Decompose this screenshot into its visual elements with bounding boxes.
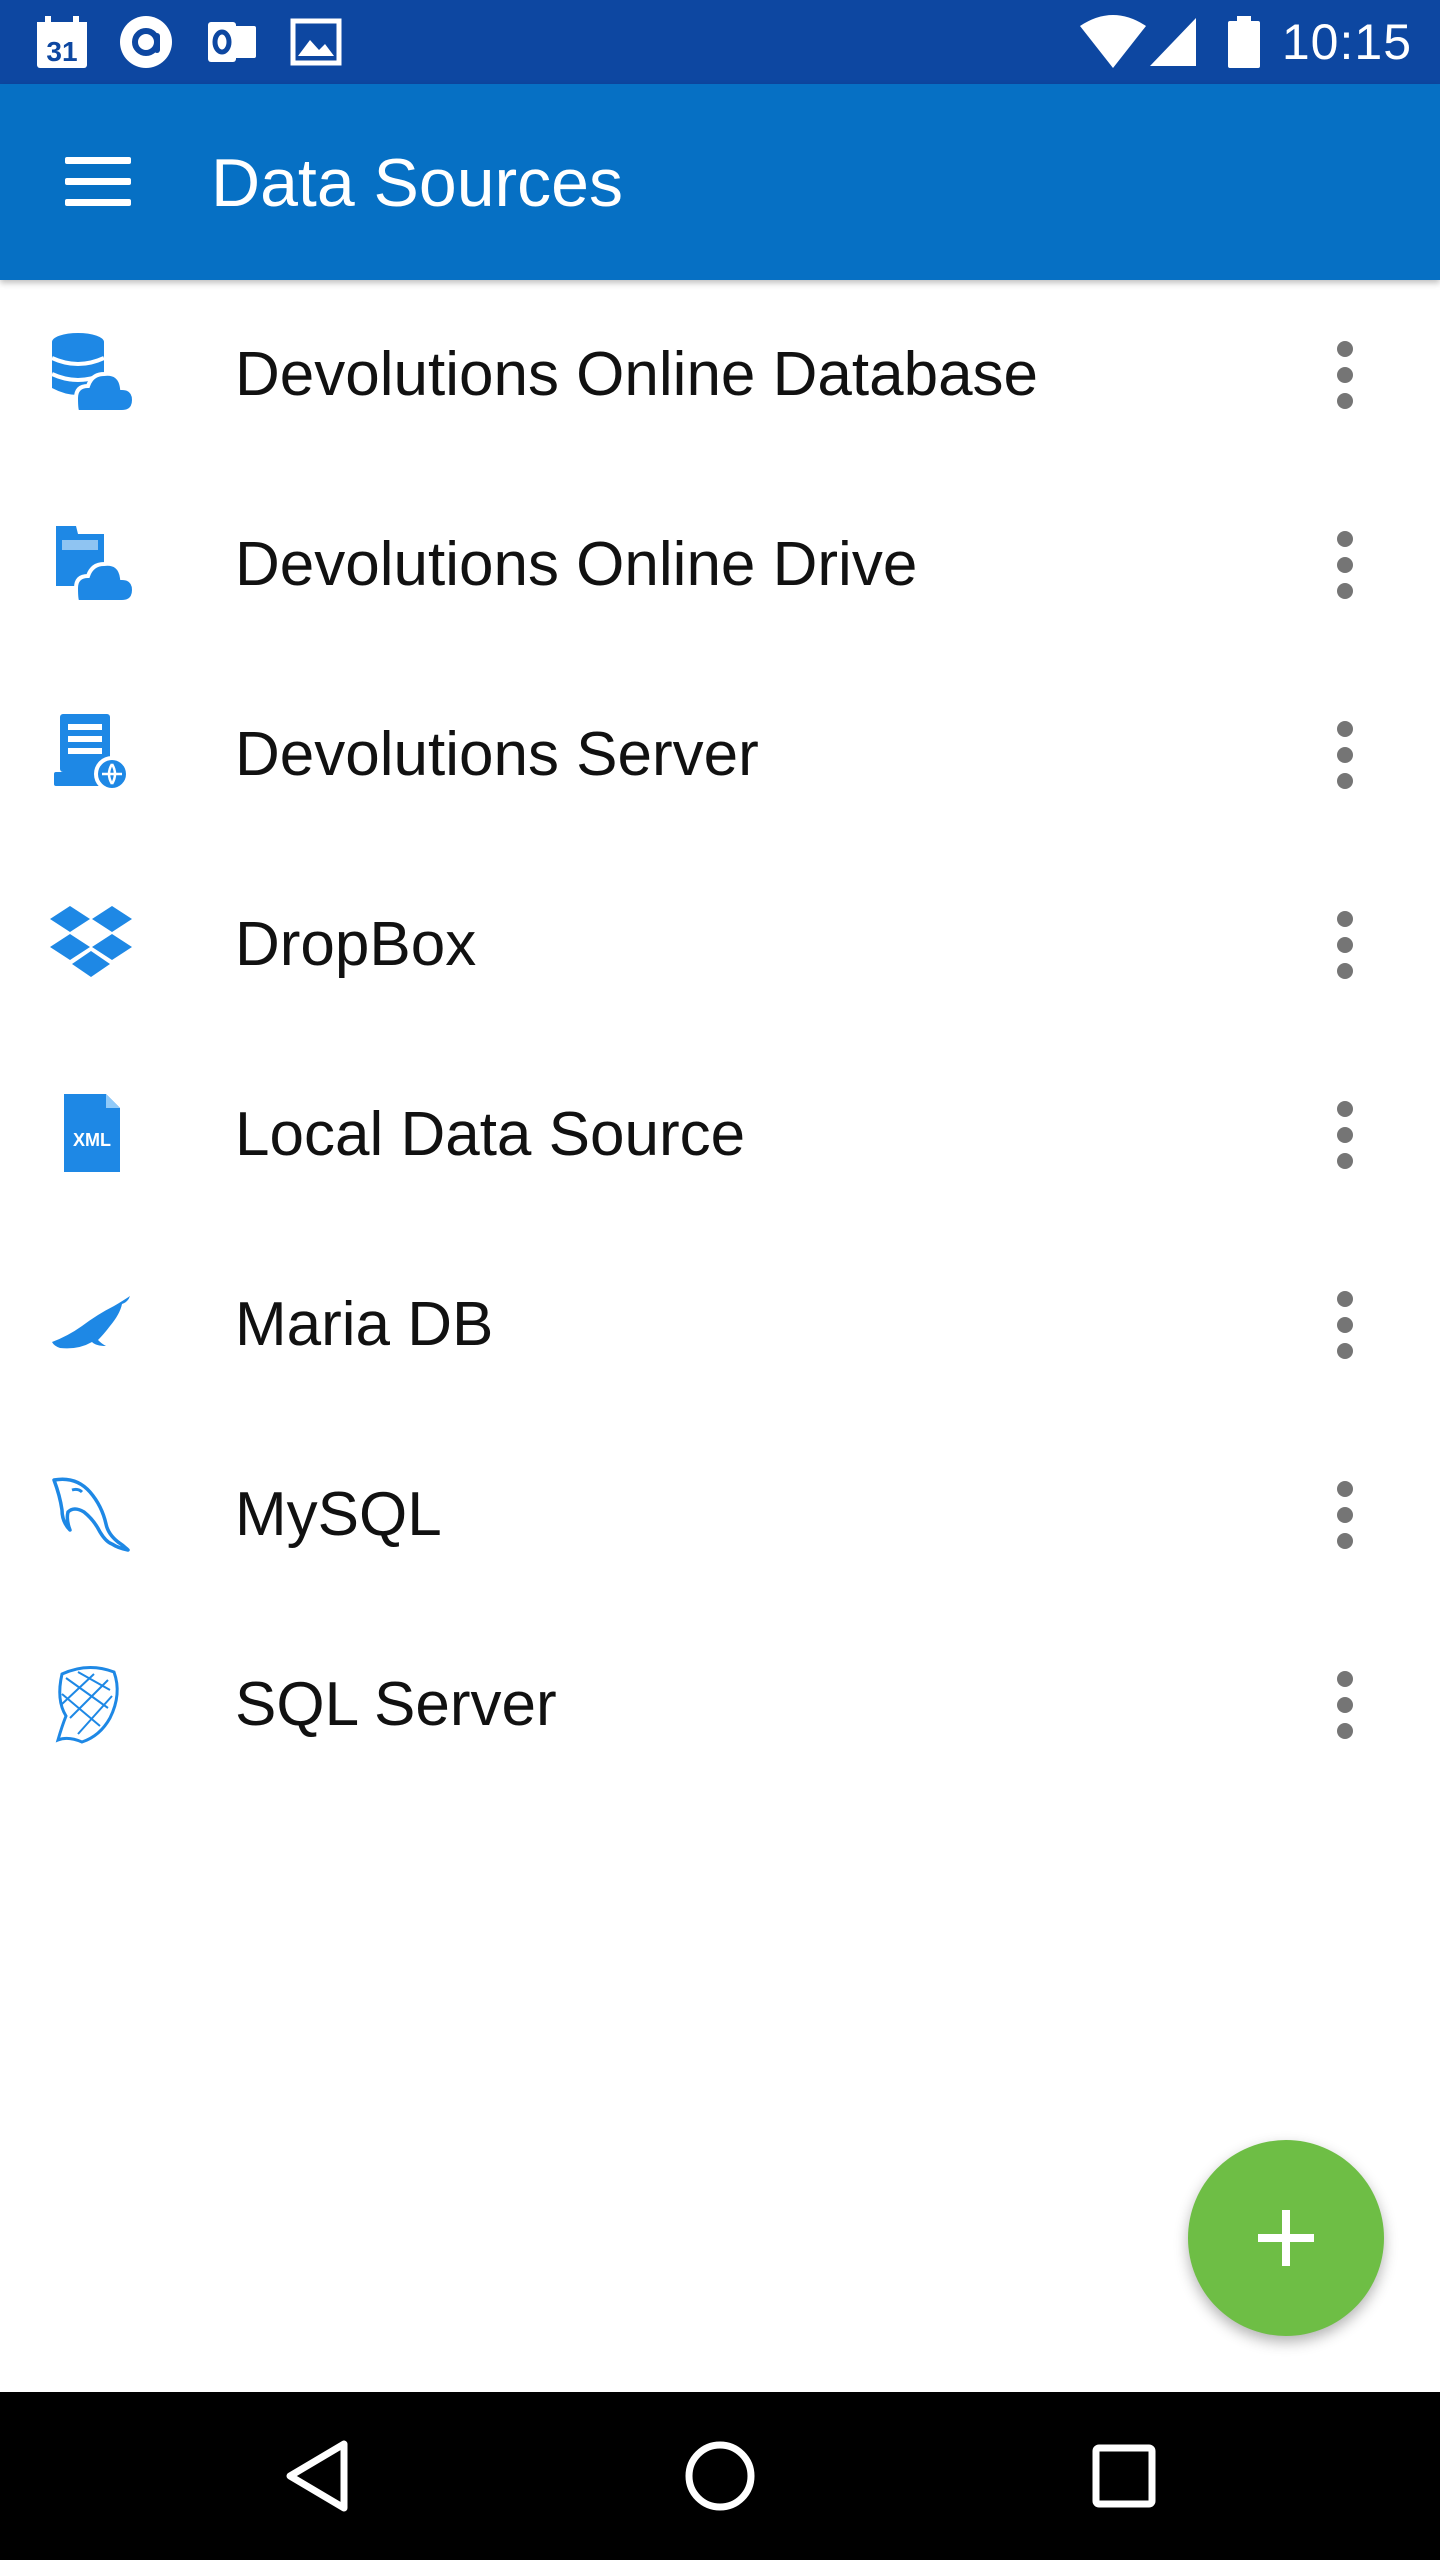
mariadb-seal-icon	[52, 1296, 130, 1349]
cloud-drive-icon	[56, 526, 134, 604]
more-vert-icon	[1337, 1533, 1353, 1549]
menu-icon	[65, 178, 131, 185]
list-item[interactable]: MySQL	[0, 1420, 1440, 1610]
data-source-label: Devolutions Online Database	[235, 340, 1039, 409]
plus-icon	[1258, 2210, 1314, 2266]
more-options-button[interactable]	[1305, 705, 1385, 805]
more-vert-icon	[1337, 963, 1353, 979]
more-vert-icon	[1337, 1101, 1353, 1117]
navigation-bar	[0, 2392, 1440, 2560]
data-source-label: Devolutions Server	[235, 720, 759, 789]
more-options-button[interactable]	[1305, 1085, 1385, 1185]
home-icon[interactable]	[670, 2426, 770, 2526]
more-vert-icon	[1337, 583, 1353, 599]
image-icon	[290, 18, 342, 66]
list-item[interactable]: Devolutions Server	[0, 660, 1440, 850]
more-vert-icon	[1337, 1671, 1353, 1687]
more-vert-icon	[1337, 393, 1353, 409]
cloud-database-icon	[51, 333, 134, 414]
app-bar: Data Sources	[0, 84, 1440, 280]
data-source-label: DropBox	[235, 910, 477, 979]
list-item[interactable]: DropBox	[0, 850, 1440, 1040]
server-icon	[54, 714, 130, 792]
menu-icon	[65, 199, 131, 206]
list-item[interactable]: Devolutions Online Drive	[0, 470, 1440, 660]
more-options-button[interactable]	[1305, 895, 1385, 995]
more-vert-icon	[1337, 747, 1353, 763]
more-vert-icon	[1337, 773, 1353, 789]
list-item[interactable]: XML Local Data Source	[0, 1040, 1440, 1230]
data-source-label: Devolutions Online Drive	[235, 530, 918, 599]
outlook-icon	[208, 22, 256, 62]
add-data-source-button[interactable]	[1188, 2140, 1384, 2336]
calendar-icon: 31	[37, 16, 87, 68]
more-vert-icon	[1337, 1697, 1353, 1713]
more-options-button[interactable]	[1305, 1465, 1385, 1565]
data-source-label: SQL Server	[235, 1670, 557, 1739]
calendar-date: 31	[46, 36, 77, 67]
back-icon[interactable]	[266, 2426, 366, 2526]
sql-server-icon	[55, 1666, 119, 1744]
more-vert-icon	[1337, 721, 1353, 737]
list-item[interactable]: SQL Server	[0, 1610, 1440, 1800]
page-title: Data Sources	[211, 145, 623, 221]
signal-icon	[1150, 18, 1196, 66]
screen: 31 10:15 Data Sources Devolutions Online…	[0, 0, 1440, 2560]
more-vert-icon	[1337, 531, 1353, 547]
status-time: 10:15	[1281, 14, 1412, 70]
more-options-button[interactable]	[1305, 325, 1385, 425]
more-options-button[interactable]	[1305, 1275, 1385, 1375]
list-item[interactable]: Maria DB	[0, 1230, 1440, 1420]
menu-button[interactable]	[48, 132, 148, 232]
wifi-icon	[1080, 15, 1146, 68]
more-options-button[interactable]	[1305, 1655, 1385, 1755]
more-vert-icon	[1337, 1343, 1353, 1359]
data-source-list: Devolutions Online Database Devolutions …	[0, 280, 1440, 1800]
dropbox-icon	[50, 906, 132, 977]
more-vert-icon	[1337, 1507, 1353, 1523]
xml-label: XML	[73, 1130, 111, 1150]
more-vert-icon	[1337, 911, 1353, 927]
more-vert-icon	[1337, 557, 1353, 573]
more-options-button[interactable]	[1305, 515, 1385, 615]
data-source-label: Maria DB	[235, 1290, 494, 1359]
recents-icon[interactable]	[1074, 2426, 1174, 2526]
status-bar: 31 10:15	[0, 0, 1440, 84]
more-vert-icon	[1337, 1153, 1353, 1169]
more-vert-icon	[1337, 937, 1353, 953]
menu-icon	[65, 157, 131, 164]
xml-file-icon: XML	[64, 1094, 120, 1172]
battery-icon	[1228, 16, 1260, 68]
more-vert-icon	[1337, 367, 1353, 383]
list-item[interactable]: Devolutions Online Database	[0, 280, 1440, 470]
mysql-dolphin-icon	[52, 1477, 130, 1552]
more-vert-icon	[1337, 1481, 1353, 1497]
data-source-label: Local Data Source	[235, 1100, 746, 1169]
more-vert-icon	[1337, 341, 1353, 357]
more-vert-icon	[1337, 1127, 1353, 1143]
more-vert-icon	[1337, 1723, 1353, 1739]
more-vert-icon	[1337, 1291, 1353, 1307]
more-vert-icon	[1337, 1317, 1353, 1333]
at-sign-icon	[120, 16, 172, 68]
data-source-label: MySQL	[235, 1480, 442, 1549]
